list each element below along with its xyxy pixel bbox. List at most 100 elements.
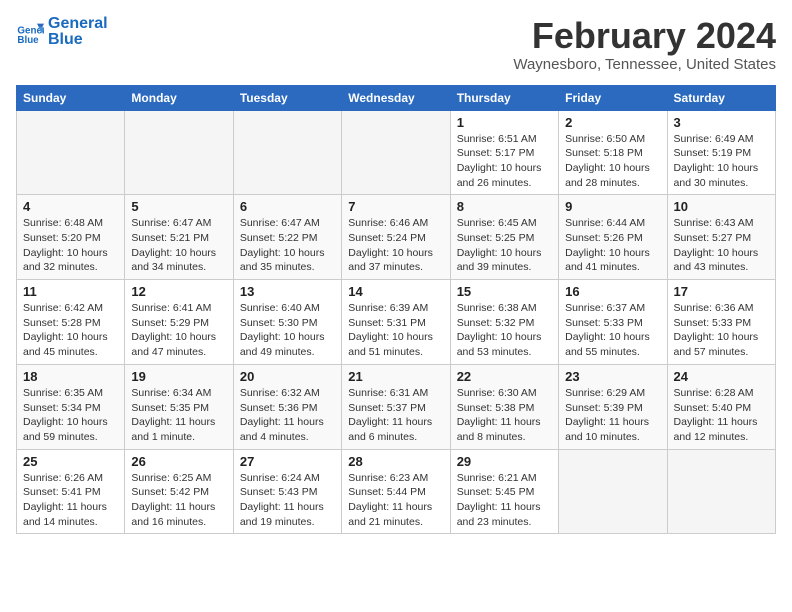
calendar-cell: 24 Sunrise: 6:28 AM Sunset: 5:40 PM Dayli… <box>667 364 775 449</box>
calendar-cell: 10Sunrise: 6:43 AM Sunset: 5:27 PM Dayli… <box>667 195 775 280</box>
calendar-cell: 15 Sunrise: 6:38 AM Sunset: 5:32 PM Dayli… <box>450 280 558 365</box>
calendar-cell: 16 Sunrise: 6:37 AM Sunset: 5:33 PM Dayli… <box>559 280 667 365</box>
day-info: Sunrise: 6:30 AM Sunset: 5:38 PM Dayligh… <box>457 386 552 445</box>
calendar-cell: 27 Sunrise: 6:24 AM Sunset: 5:43 PM Dayli… <box>233 449 341 534</box>
calendar-cell: 29Sunrise: 6:21 AM Sunset: 5:45 PM Dayli… <box>450 449 558 534</box>
day-info: Sunrise: 6:41 AM Sunset: 5:29 PM Dayligh… <box>131 301 226 360</box>
day-info: Sunrise: 6:31 AM Sunset: 5:37 PM Dayligh… <box>348 386 443 445</box>
calendar-cell: 19Sunrise: 6:34 AM Sunset: 5:35 PM Dayli… <box>125 364 233 449</box>
day-header: Monday <box>125 85 233 110</box>
day-header: Thursday <box>450 85 558 110</box>
day-number: 2 <box>565 115 660 130</box>
day-number: 11 <box>23 284 118 299</box>
main-title: February 2024 <box>513 16 776 56</box>
day-number: 7 <box>348 199 443 214</box>
day-info: Sunrise: 6:23 AM Sunset: 5:44 PM Dayligh… <box>348 471 443 530</box>
day-number: 28 <box>348 454 443 469</box>
day-number: 9 <box>565 199 660 214</box>
day-info: Sunrise: 6:21 AM Sunset: 5:45 PM Dayligh… <box>457 471 552 530</box>
calendar-cell: 28 Sunrise: 6:23 AM Sunset: 5:44 PM Dayli… <box>342 449 450 534</box>
day-number: 26 <box>131 454 226 469</box>
day-info: Sunrise: 6:38 AM Sunset: 5:32 PM Dayligh… <box>457 301 552 360</box>
calendar-cell: 17Sunrise: 6:36 AM Sunset: 5:33 PM Dayli… <box>667 280 775 365</box>
day-info: Sunrise: 6:46 AM Sunset: 5:24 PM Dayligh… <box>348 216 443 275</box>
logo: General Blue General Blue <box>16 16 108 48</box>
day-info: Sunrise: 6:51 AM Sunset: 5:17 PM Dayligh… <box>457 132 552 191</box>
calendar-cell: 2 Sunrise: 6:50 AM Sunset: 5:18 PM Daylig… <box>559 110 667 195</box>
calendar-week-row: 25 Sunrise: 6:26 AM Sunset: 5:41 PM Dayli… <box>17 449 776 534</box>
svg-text:Blue: Blue <box>17 35 39 46</box>
day-info: Sunrise: 6:44 AM Sunset: 5:26 PM Dayligh… <box>565 216 660 275</box>
day-header: Saturday <box>667 85 775 110</box>
day-number: 16 <box>565 284 660 299</box>
calendar-cell: 6 Sunrise: 6:47 AM Sunset: 5:22 PM Daylig… <box>233 195 341 280</box>
day-number: 8 <box>457 199 552 214</box>
day-number: 27 <box>240 454 335 469</box>
calendar-cell: 12 Sunrise: 6:41 AM Sunset: 5:29 PM Dayli… <box>125 280 233 365</box>
calendar-cell: 26 Sunrise: 6:25 AM Sunset: 5:42 PM Dayli… <box>125 449 233 534</box>
day-number: 24 <box>674 369 769 384</box>
logo-icon: General Blue <box>16 18 44 46</box>
calendar-cell: 5 Sunrise: 6:47 AM Sunset: 5:21 PM Daylig… <box>125 195 233 280</box>
day-header: Friday <box>559 85 667 110</box>
calendar-cell: 23 Sunrise: 6:29 AM Sunset: 5:39 PM Dayli… <box>559 364 667 449</box>
day-info: Sunrise: 6:25 AM Sunset: 5:42 PM Dayligh… <box>131 471 226 530</box>
day-info: Sunrise: 6:37 AM Sunset: 5:33 PM Dayligh… <box>565 301 660 360</box>
day-info: Sunrise: 6:28 AM Sunset: 5:40 PM Dayligh… <box>674 386 769 445</box>
day-header: Sunday <box>17 85 125 110</box>
day-number: 20 <box>240 369 335 384</box>
subtitle: Waynesboro, Tennessee, United States <box>513 56 776 73</box>
day-info: Sunrise: 6:29 AM Sunset: 5:39 PM Dayligh… <box>565 386 660 445</box>
day-number: 4 <box>23 199 118 214</box>
calendar-body: 1 Sunrise: 6:51 AM Sunset: 5:17 PM Daylig… <box>17 110 776 534</box>
calendar-cell: 18 Sunrise: 6:35 AM Sunset: 5:34 PM Dayli… <box>17 364 125 449</box>
calendar-cell: 25 Sunrise: 6:26 AM Sunset: 5:41 PM Dayli… <box>17 449 125 534</box>
calendar-cell: 22Sunrise: 6:30 AM Sunset: 5:38 PM Dayli… <box>450 364 558 449</box>
day-info: Sunrise: 6:50 AM Sunset: 5:18 PM Dayligh… <box>565 132 660 191</box>
day-number: 6 <box>240 199 335 214</box>
day-number: 5 <box>131 199 226 214</box>
day-info: Sunrise: 6:49 AM Sunset: 5:19 PM Dayligh… <box>674 132 769 191</box>
logo-text: General Blue <box>48 16 108 48</box>
page-header: General Blue General Blue February 2024 … <box>16 16 776 73</box>
calendar-cell: 3Sunrise: 6:49 AM Sunset: 5:19 PM Daylig… <box>667 110 775 195</box>
day-number: 18 <box>23 369 118 384</box>
day-number: 17 <box>674 284 769 299</box>
title-block: February 2024 Waynesboro, Tennessee, Uni… <box>513 16 776 73</box>
day-info: Sunrise: 6:47 AM Sunset: 5:21 PM Dayligh… <box>131 216 226 275</box>
day-number: 13 <box>240 284 335 299</box>
day-info: Sunrise: 6:39 AM Sunset: 5:31 PM Dayligh… <box>348 301 443 360</box>
day-number: 10 <box>674 199 769 214</box>
calendar-header-row: SundayMondayTuesdayWednesdayThursdayFrid… <box>17 85 776 110</box>
day-info: Sunrise: 6:34 AM Sunset: 5:35 PM Dayligh… <box>131 386 226 445</box>
calendar-cell <box>342 110 450 195</box>
day-number: 1 <box>457 115 552 130</box>
calendar-cell <box>17 110 125 195</box>
day-info: Sunrise: 6:42 AM Sunset: 5:28 PM Dayligh… <box>23 301 118 360</box>
calendar-cell <box>667 449 775 534</box>
calendar-week-row: 4 Sunrise: 6:48 AM Sunset: 5:20 PM Daylig… <box>17 195 776 280</box>
day-info: Sunrise: 6:48 AM Sunset: 5:20 PM Dayligh… <box>23 216 118 275</box>
calendar-cell <box>559 449 667 534</box>
day-header: Tuesday <box>233 85 341 110</box>
day-number: 25 <box>23 454 118 469</box>
day-info: Sunrise: 6:24 AM Sunset: 5:43 PM Dayligh… <box>240 471 335 530</box>
day-info: Sunrise: 6:35 AM Sunset: 5:34 PM Dayligh… <box>23 386 118 445</box>
calendar-cell: 20Sunrise: 6:32 AM Sunset: 5:36 PM Dayli… <box>233 364 341 449</box>
calendar-cell: 11 Sunrise: 6:42 AM Sunset: 5:28 PM Dayli… <box>17 280 125 365</box>
calendar-cell: 9 Sunrise: 6:44 AM Sunset: 5:26 PM Daylig… <box>559 195 667 280</box>
calendar-cell: 4 Sunrise: 6:48 AM Sunset: 5:20 PM Daylig… <box>17 195 125 280</box>
day-number: 15 <box>457 284 552 299</box>
day-number: 12 <box>131 284 226 299</box>
day-number: 23 <box>565 369 660 384</box>
calendar-cell: 21 Sunrise: 6:31 AM Sunset: 5:37 PM Dayli… <box>342 364 450 449</box>
calendar-week-row: 11 Sunrise: 6:42 AM Sunset: 5:28 PM Dayli… <box>17 280 776 365</box>
day-number: 21 <box>348 369 443 384</box>
day-number: 14 <box>348 284 443 299</box>
day-info: Sunrise: 6:47 AM Sunset: 5:22 PM Dayligh… <box>240 216 335 275</box>
calendar-cell <box>125 110 233 195</box>
calendar-cell: 13Sunrise: 6:40 AM Sunset: 5:30 PM Dayli… <box>233 280 341 365</box>
calendar-week-row: 18 Sunrise: 6:35 AM Sunset: 5:34 PM Dayli… <box>17 364 776 449</box>
calendar-week-row: 1 Sunrise: 6:51 AM Sunset: 5:17 PM Daylig… <box>17 110 776 195</box>
day-info: Sunrise: 6:26 AM Sunset: 5:41 PM Dayligh… <box>23 471 118 530</box>
